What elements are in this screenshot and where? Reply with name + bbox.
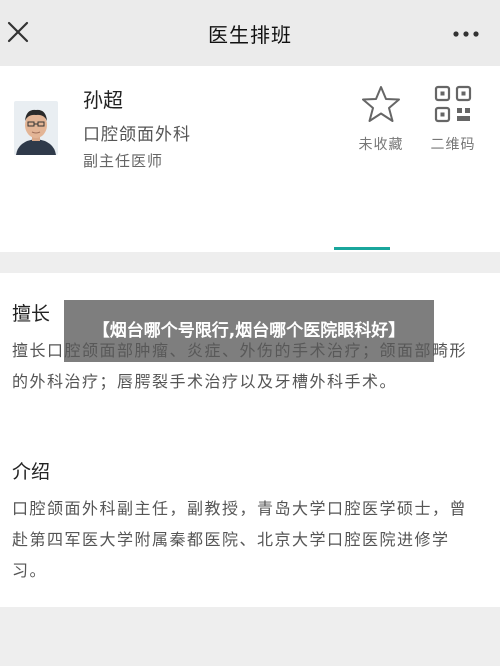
overlay-banner: 【烟台哪个号限行,烟台哪个医院眼科好】 — [64, 300, 434, 362]
doctor-name: 孙超 — [83, 88, 123, 112]
top-bar: 医生排班 — [0, 0, 500, 66]
overlay-text: 【烟台哪个号限行,烟台哪个医院眼科好】 — [92, 321, 406, 341]
introduction-heading: 介绍 — [12, 461, 51, 483]
specialty-heading: 擅长 — [12, 303, 51, 325]
page-title: 医生排班 — [208, 22, 292, 47]
introduction-text: 口腔颌面外科副主任，副教授，青岛大学口腔医学硕士，曾赴第四军医大学附属秦都医院、… — [12, 499, 468, 580]
favorite-label: 未收藏 — [358, 137, 404, 153]
doctor-department: 口腔颌面外科 — [83, 125, 191, 145]
doctor-profile-card: 孙超 口腔颌面外科 副主任医师 未收藏 二维码 挂号 介绍 — [0, 66, 500, 295]
doctor-title: 副主任医师 — [83, 152, 164, 170]
qr-code-label: 二维码 — [430, 137, 476, 153]
qr-code-icon — [434, 85, 472, 123]
favorite-button[interactable]: 未收藏 — [346, 84, 416, 154]
active-tab-indicator — [334, 247, 390, 250]
more-icon[interactable] — [452, 30, 480, 38]
doctor-avatar — [14, 101, 58, 155]
close-icon[interactable] — [6, 20, 30, 44]
qr-code-button[interactable]: 二维码 — [418, 84, 488, 154]
star-icon — [362, 86, 400, 122]
